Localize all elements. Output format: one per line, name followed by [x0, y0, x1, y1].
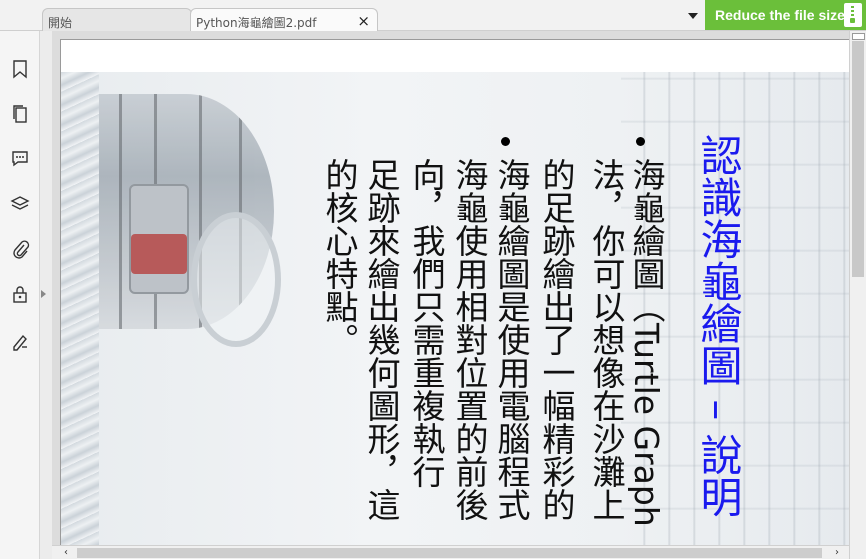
magnifier-lens	[191, 212, 281, 347]
bullet-2	[501, 137, 510, 146]
bullet-1	[636, 137, 645, 146]
attachment-icon[interactable]	[10, 239, 30, 259]
sidebar	[0, 31, 40, 559]
scroll-right-icon[interactable]: ›	[835, 548, 839, 558]
horizontal-scroll-thumb[interactable]	[77, 548, 822, 558]
decorative-strip	[61, 72, 99, 548]
layers-icon[interactable]	[10, 194, 30, 214]
paragraph-2-line-5: 的核心特點。	[320, 158, 359, 356]
scroll-up-icon[interactable]	[852, 33, 865, 40]
paragraph-1-line-2: 法，你可以想像在沙灘上	[587, 158, 626, 521]
zip-icon	[844, 3, 862, 27]
scroll-left-icon[interactable]: ‹	[64, 548, 68, 558]
slide-background: 認識海龜繪圖 – 說明 海龜繪圖（Turtle Graph 法，你可以想像在沙灘…	[61, 72, 849, 548]
tab-bar: 開始 Python海龜繪圖2.pdf × Reduce the file siz…	[0, 0, 866, 31]
paragraph-1-line-3: 的足跡繪出了一幅精彩的	[537, 158, 576, 521]
document-viewport[interactable]: 認識海龜繪圖 – 說明 海龜繪圖（Turtle Graph 法，你可以想像在沙灘…	[52, 31, 866, 559]
comment-icon[interactable]	[10, 148, 30, 168]
reduce-file-size-button[interactable]: Reduce the file size	[705, 0, 866, 30]
tab-start-label: 開始	[48, 16, 73, 30]
tab-start[interactable]: 開始	[42, 8, 192, 31]
train-front	[131, 234, 187, 274]
slide-title: 認識海龜繪圖 – 說明	[694, 134, 743, 518]
paragraph-2-line-3: 海龜使用相對位置的前後	[450, 158, 489, 521]
sign-icon[interactable]	[10, 331, 30, 351]
tab-list-dropdown-icon[interactable]	[688, 13, 698, 19]
pdf-page: 認識海龜繪圖 – 說明 海龜繪圖（Turtle Graph 法，你可以想像在沙灘…	[60, 39, 850, 549]
expand-panel-icon[interactable]	[41, 290, 46, 298]
lock-icon[interactable]	[10, 284, 30, 304]
tab-document-label: Python海龜繪圖2.pdf	[196, 16, 317, 30]
bookmark-icon[interactable]	[10, 59, 30, 79]
tab-document[interactable]: Python海龜繪圖2.pdf ×	[190, 8, 378, 31]
horizontal-scrollbar[interactable]: ‹ ›	[52, 545, 849, 559]
close-icon[interactable]: ×	[357, 12, 370, 30]
reduce-file-size-label: Reduce the file size	[715, 7, 845, 23]
vertical-scrollbar[interactable]	[849, 31, 866, 559]
vertical-scroll-thumb[interactable]	[852, 41, 864, 277]
pages-icon[interactable]	[10, 104, 30, 124]
